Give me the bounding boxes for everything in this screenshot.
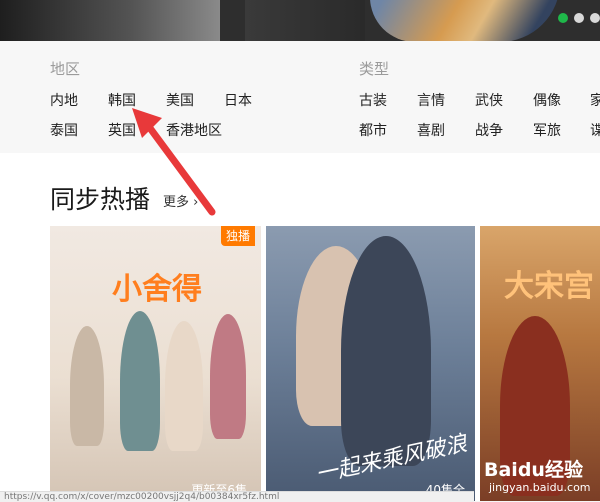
carousel-dot-3[interactable]: [590, 13, 600, 23]
hot-section: 同步热播 更多 › 小舍得 独播 更新至6集 一起来乘风破浪 40集全 大宋宫: [0, 153, 600, 501]
poster-figure: [341, 236, 431, 466]
genre-title: 类型: [359, 60, 390, 78]
poster-figure: [165, 321, 203, 451]
genre-item-family[interactable]: 家: [590, 90, 600, 110]
region-item-japan[interactable]: 日本: [224, 90, 252, 110]
carousel-dots: [558, 13, 600, 23]
poster-title: 小舍得: [112, 272, 202, 307]
region-item-usa[interactable]: 美国: [166, 90, 194, 110]
drama-card-1[interactable]: 小舍得 独播 更新至6集: [50, 226, 261, 501]
carousel-dot-2[interactable]: [574, 13, 584, 23]
hero-image-mid: [245, 0, 365, 41]
poster-figure: [120, 311, 160, 451]
carousel-dot-1[interactable]: [558, 13, 568, 23]
hero-image-right: [370, 0, 560, 41]
genre-item-costume[interactable]: 古装: [359, 90, 387, 110]
genre-item-idol[interactable]: 偶像: [533, 90, 561, 110]
genre-item-urban[interactable]: 都市: [359, 120, 387, 140]
exclusive-badge: 独播: [220, 226, 255, 246]
region-item-mainland[interactable]: 内地: [50, 90, 78, 110]
genre-item-wuxia[interactable]: 武侠: [475, 90, 503, 110]
genre-item-military[interactable]: 军旅: [533, 120, 561, 140]
baidu-url: jingyan.baidu.com: [489, 481, 591, 494]
region-title: 地区: [50, 60, 81, 78]
hero-banner[interactable]: [0, 0, 600, 41]
region-item-korea[interactable]: 韩国: [108, 90, 136, 110]
annotation-arrow-icon: [132, 108, 216, 216]
status-bar-url: https://v.qq.com/x/cover/mzc00200vsjj2q4…: [0, 491, 474, 502]
drama-card-2[interactable]: 一起来乘风破浪 40集全: [266, 226, 475, 501]
genre-item-war[interactable]: 战争: [475, 120, 503, 140]
region-item-thailand[interactable]: 泰国: [50, 120, 78, 140]
poster-title: 大宋宫: [504, 269, 594, 304]
poster-figure: [70, 326, 104, 446]
genre-item-comedy[interactable]: 喜剧: [417, 120, 445, 140]
hero-image-left: [0, 0, 220, 41]
baidu-watermark: Baidu经验 jingyan.baidu.com: [479, 455, 599, 499]
genre-item-spy[interactable]: 谍: [590, 120, 600, 140]
genre-item-romance[interactable]: 言情: [417, 90, 445, 110]
filter-panel: 地区 内地 韩国 美国 日本 泰国 英国 香港地区 类型 古装 言情 武侠 偶像…: [0, 41, 600, 153]
poster-figure: [210, 314, 246, 439]
baidu-logo: Baidu经验: [484, 459, 583, 481]
